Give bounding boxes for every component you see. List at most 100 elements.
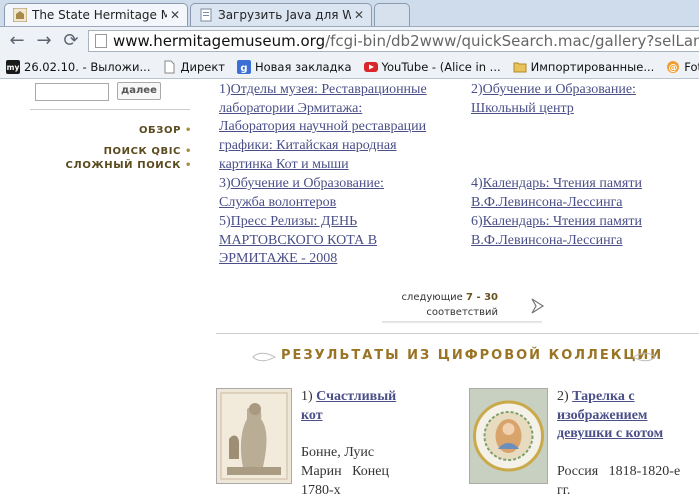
nav-label: ОБЗОР: [138, 125, 181, 136]
page-icon: [95, 34, 107, 48]
item-title-line[interactable]: 1) Счастливый: [301, 388, 396, 407]
result-link-3[interactable]: 3)Обучение и Образование: Служба волонте…: [219, 175, 384, 212]
item-title-line[interactable]: 2) Тарелка с: [557, 388, 680, 407]
item-meta-line: Россия 1818-1820-е: [557, 463, 681, 479]
item-meta-line: Марин Конец: [301, 463, 389, 479]
item-1-text: 1) Счастливый кот Бонне, Луис Марин Коне…: [301, 388, 396, 500]
new-tab-button[interactable]: [374, 3, 410, 26]
item-title-line[interactable]: кот: [301, 407, 396, 426]
tab-title: The State Hermitage Museum: [32, 8, 167, 22]
bookmark-label: Новая закладка: [254, 60, 352, 74]
tab-hermitage[interactable]: The State Hermitage Museum ✕: [4, 3, 188, 26]
ornament-right-icon: [632, 352, 656, 362]
close-tab-icon[interactable]: ✕: [167, 8, 183, 22]
url-host: www.hermitagemuseum.org: [113, 32, 326, 50]
nav-label: ПОИСК QBIC: [103, 146, 181, 157]
result-link-6[interactable]: 6)Календарь: Чтения памяти В.Ф.Левинсона…: [471, 213, 642, 250]
result-line: Служба волонтеров: [219, 194, 337, 210]
result-line: 1)Отделы музея: Реставрационные: [219, 82, 427, 97]
bookmarks-bar: my 26.02.10. - Выложи... Директ g Новая …: [0, 56, 699, 79]
g-icon: g: [236, 60, 251, 74]
section-title: РЕЗУЛЬТАТЫ ИЗ ЦИФРОВОЙ КОЛЛЕКЦИИ: [281, 348, 664, 363]
bookmark-item[interactable]: YouTube - (Alice in ...: [363, 60, 501, 74]
item-2-text: 2) Тарелка с изображением девушки с кото…: [557, 388, 680, 500]
result-line: Школьный центр: [471, 100, 574, 116]
section-divider: [216, 333, 699, 334]
svg-text:my: my: [7, 63, 20, 72]
item-thumbnail-1[interactable]: [216, 388, 292, 484]
nav-overview[interactable]: ОБЗОР •: [139, 125, 192, 136]
bookmark-item[interactable]: Импортированные...: [513, 60, 655, 74]
result-line: ЭРМИТАЖЕ - 2008: [219, 251, 338, 267]
item-thumbnail-2[interactable]: [469, 388, 548, 484]
bookmark-item[interactable]: Директ: [162, 60, 225, 74]
svg-text:@: @: [669, 64, 678, 74]
item-meta-line: Бонне, Луис: [301, 445, 375, 461]
next-arrow-icon[interactable]: [528, 296, 548, 316]
plate-image: [470, 389, 547, 483]
page-content: далее ОБЗОР • ПОИСК QBIC • СЛОЖНЫЙ ПОИСК • …: [0, 79, 699, 504]
pager-shadow: [382, 321, 542, 324]
nav-bullet: •: [185, 146, 192, 157]
result-line: картинка Кот и мыши: [219, 156, 349, 172]
result-line: Лаборатория научной реставрации: [219, 119, 427, 135]
result-line: графики: Китайская народная: [219, 138, 397, 154]
left-divider: [30, 109, 190, 110]
item-title-line[interactable]: изображением: [557, 407, 680, 426]
pager-matches: соответствий: [426, 307, 498, 318]
tab-java[interactable]: Загрузить Java для Windo ✕: [190, 3, 372, 26]
pager-next-text[interactable]: следующие 7 - 30: [401, 292, 498, 303]
close-tab-icon[interactable]: ✕: [351, 8, 367, 22]
nav-label: СЛОЖНЫЙ ПОИСК: [65, 160, 181, 171]
forward-arrow-icon[interactable]: →: [33, 30, 55, 52]
reload-icon[interactable]: ⟳: [60, 30, 82, 52]
item-title-line[interactable]: девушки с котом: [557, 425, 680, 444]
result-line: В.Ф.Левинсона-Лессинга: [471, 232, 623, 248]
result-link-2[interactable]: 2)Обучение и Образование: Школьный центр: [471, 81, 636, 118]
bookmark-label: 26.02.10. - Выложи...: [24, 60, 151, 74]
result-line: 3)Обучение и Образование:: [219, 176, 384, 191]
nav-advanced-search[interactable]: СЛОЖНЫЙ ПОИСК •: [65, 160, 192, 171]
item-meta-line: 1780-х: [301, 482, 341, 498]
result-link-5[interactable]: 5)Пресс Релизы: ДЕНЬ МАРТОВСКОГО КОТА В …: [219, 213, 377, 269]
bookmark-label: Импортированные...: [530, 60, 655, 74]
search-input[interactable]: [35, 83, 109, 101]
result-line: МАРТОВСКОГО КОТА В: [219, 232, 378, 248]
address-bar[interactable]: www.hermitagemuseum.org/fcgi-bin/db2www/…: [88, 30, 699, 52]
result-line: В.Ф.Левинсона-Лессинга: [471, 194, 623, 210]
bookmark-label: YouTube - (Alice in ...: [381, 60, 501, 74]
digital-collection-header: РЕЗУЛЬТАТЫ ИЗ ЦИФРОВОЙ КОЛЛЕКЦИИ: [216, 347, 699, 367]
result-line: 5)Пресс Релизы: ДЕНЬ: [219, 214, 358, 229]
nav-bullet: •: [185, 160, 192, 171]
bookmark-label: Foto.Mail.Ru: [684, 60, 699, 74]
back-arrow-icon[interactable]: ←: [6, 30, 28, 52]
page-icon: [200, 8, 212, 22]
youtube-icon: [363, 62, 378, 72]
bookmark-item[interactable]: @ Foto.Mail.Ru: [666, 60, 699, 74]
folder-icon: [513, 62, 527, 73]
nav-qbic-search[interactable]: ПОИСК QBIC •: [104, 146, 192, 157]
nav-bullet: •: [185, 125, 192, 136]
page-icon: [164, 60, 175, 74]
result-link-1[interactable]: 1)Отделы музея: Реставрационные лаборато…: [219, 81, 427, 175]
result-line: 2)Обучение и Образование:: [471, 82, 636, 97]
result-line: лаборатории Эрмитажа:: [219, 100, 363, 116]
bookmark-label: Директ: [180, 60, 225, 74]
ornament-left-icon: [252, 352, 276, 362]
svg-text:g: g: [240, 63, 247, 74]
result-line: 4)Календарь: Чтения памяти: [471, 176, 642, 191]
bookmark-item[interactable]: g Новая закладка: [236, 60, 352, 74]
item-meta-line: гг.: [557, 482, 571, 498]
toolbar: ← → ⟳ www.hermitagemuseum.org/fcgi-bin/d…: [0, 27, 699, 56]
tab-title: Загрузить Java для Windo: [218, 8, 351, 22]
result-link-4[interactable]: 4)Календарь: Чтения памяти В.Ф.Левинсона…: [471, 175, 642, 212]
my-icon: my: [6, 60, 20, 74]
mail-icon: @: [667, 61, 680, 74]
bookmark-item[interactable]: my 26.02.10. - Выложи...: [6, 60, 150, 74]
search-next-button[interactable]: далее: [117, 82, 161, 100]
tab-strip: The State Hermitage Museum ✕ Загрузить J…: [0, 0, 699, 27]
left-navigation: ОБЗОР • ПОИСК QBIC • СЛОЖНЫЙ ПОИСК •: [0, 125, 192, 185]
hermitage-favicon-icon: [13, 8, 27, 22]
engraving-cat-image: [220, 392, 288, 480]
url-path: /fcgi-bin/db2www/quickSearch.mac/gallery…: [325, 32, 699, 50]
